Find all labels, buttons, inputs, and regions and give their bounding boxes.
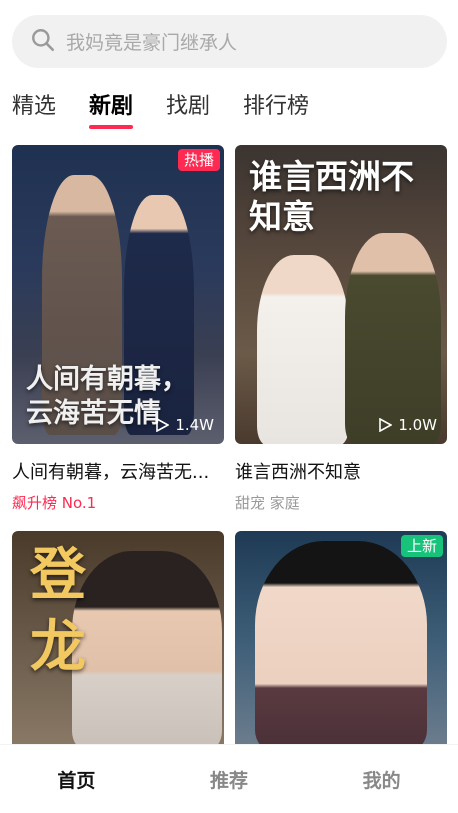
genre-tags: 甜宠 家庭 (235, 494, 300, 512)
search-bar[interactable]: 我妈竟是豪门继承人 (12, 15, 447, 68)
drama-card[interactable]: 谁言西洲不知意 1.0W 谁言西洲不知意 甜宠 家庭 (235, 145, 447, 513)
tab-label: 新剧 (89, 94, 134, 119)
bottom-nav: 首页 推荐 我的 (0, 744, 458, 813)
poster-title-art: 谁言西洲不知意 (249, 157, 414, 236)
drama-poster[interactable]: 登龙 (12, 531, 224, 751)
tab-ranking[interactable]: 排行榜 (243, 92, 309, 136)
poster-figure (257, 255, 349, 444)
play-icon (156, 418, 170, 432)
play-count-value: 1.0W (398, 416, 437, 434)
search-icon (30, 27, 56, 57)
tab-label: 找剧 (166, 94, 211, 119)
drama-title[interactable]: 人间有朝暮，云海苦无... (12, 458, 224, 484)
nav-recommend[interactable]: 推荐 (169, 766, 289, 793)
rank-label: 飙升榜 No.1 (12, 494, 97, 512)
drama-poster[interactable]: 上新 (235, 531, 447, 751)
search-placeholder: 我妈竟是豪门继承人 (66, 32, 238, 54)
play-icon (379, 418, 393, 432)
nav-profile[interactable]: 我的 (322, 766, 442, 793)
nav-home[interactable]: 首页 (16, 766, 136, 793)
poster-title-art: 登龙 (30, 542, 86, 680)
active-tab-indicator (89, 125, 134, 129)
play-count: 1.0W (378, 416, 437, 434)
new-badge: 上新 (400, 535, 443, 557)
drama-card[interactable]: 人间有朝暮，云海苦无情 热播 1.4W 人间有朝暮，云海苦无... 飙升榜 No… (12, 145, 224, 513)
tab-label: 精选 (12, 94, 57, 119)
tab-new-drama[interactable]: 新剧 (89, 92, 134, 136)
drama-card[interactable]: 上新 (235, 531, 447, 751)
drama-card[interactable]: 登龙 (12, 531, 224, 751)
tab-featured[interactable]: 精选 (12, 92, 56, 136)
poster-figure (345, 233, 441, 444)
tab-label: 排行榜 (243, 94, 310, 119)
category-tabs: 精选 新剧 找剧 排行榜 (12, 92, 342, 136)
hot-badge: 热播 (177, 149, 220, 171)
drama-title[interactable]: 谁言西洲不知意 (235, 458, 447, 484)
drama-poster[interactable]: 人间有朝暮，云海苦无情 热播 1.4W (12, 145, 224, 444)
drama-poster[interactable]: 谁言西洲不知意 1.0W (235, 145, 447, 444)
play-count: 1.4W (155, 416, 214, 434)
play-count-value: 1.4W (175, 416, 214, 434)
poster-figure (255, 541, 427, 751)
tab-find-drama[interactable]: 找剧 (166, 92, 210, 136)
